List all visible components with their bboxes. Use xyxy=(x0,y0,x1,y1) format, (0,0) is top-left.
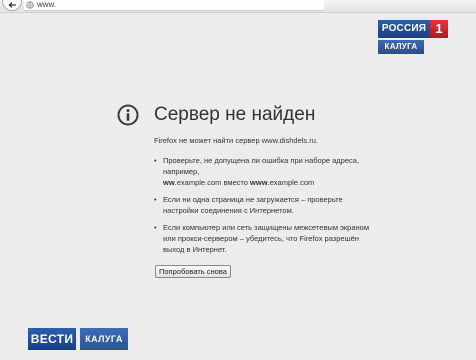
site-identity-icon xyxy=(26,1,34,9)
info-icon xyxy=(117,104,139,126)
error-message: Сервер не найден Firefox не может найти … xyxy=(117,98,369,279)
bullet: • xyxy=(154,195,157,204)
suggestion-text: Проверьте, не допущена ли ошибка при наб… xyxy=(163,156,360,176)
bullet: • xyxy=(154,223,157,232)
screen: www. РОССИЯ 1 КАЛУГА Сервер не найден Fi… xyxy=(0,0,476,360)
channel-logo: РОССИЯ 1 КАЛУГА xyxy=(378,20,448,54)
back-arrow-icon xyxy=(7,1,16,8)
suggestion-list: • Проверьте, не допущена ли ошибка при н… xyxy=(154,155,379,255)
error-subtitle: Firefox не может найти сервер www.dishde… xyxy=(154,136,319,145)
example-text: .example.com xyxy=(267,178,315,187)
list-item: • Если компьютер или сеть защищены межсе… xyxy=(154,222,379,255)
channel-region: КАЛУГА xyxy=(378,40,424,54)
example-text: .example.com вместо xyxy=(174,178,251,187)
url-text: www. xyxy=(37,0,57,9)
suggestion-text: Если компьютер или сеть защищены межсете… xyxy=(163,223,369,254)
list-item: • Проверьте, не допущена ли ошибка при н… xyxy=(154,155,379,188)
example-bold: ww xyxy=(163,178,175,187)
program-name: ВЕСТИ xyxy=(28,328,76,350)
bullet: • xyxy=(154,156,157,165)
suggestion-text: Если ни одна страница не загружается – п… xyxy=(163,195,343,215)
address-bar[interactable]: www. xyxy=(24,0,324,11)
error-title: Сервер не найден xyxy=(154,104,316,125)
program-region: КАЛУГА xyxy=(80,328,128,350)
retry-button[interactable]: Попробовать снова xyxy=(155,265,231,278)
channel-number: 1 xyxy=(430,20,448,38)
back-button[interactable] xyxy=(2,0,22,11)
browser-toolbar: www. xyxy=(0,0,476,13)
list-item: • Если ни одна страница не загружается –… xyxy=(154,194,379,216)
program-logo: ВЕСТИ КАЛУГА xyxy=(28,328,128,350)
example-bold: www xyxy=(250,178,268,187)
channel-name: РОССИЯ xyxy=(378,20,430,38)
